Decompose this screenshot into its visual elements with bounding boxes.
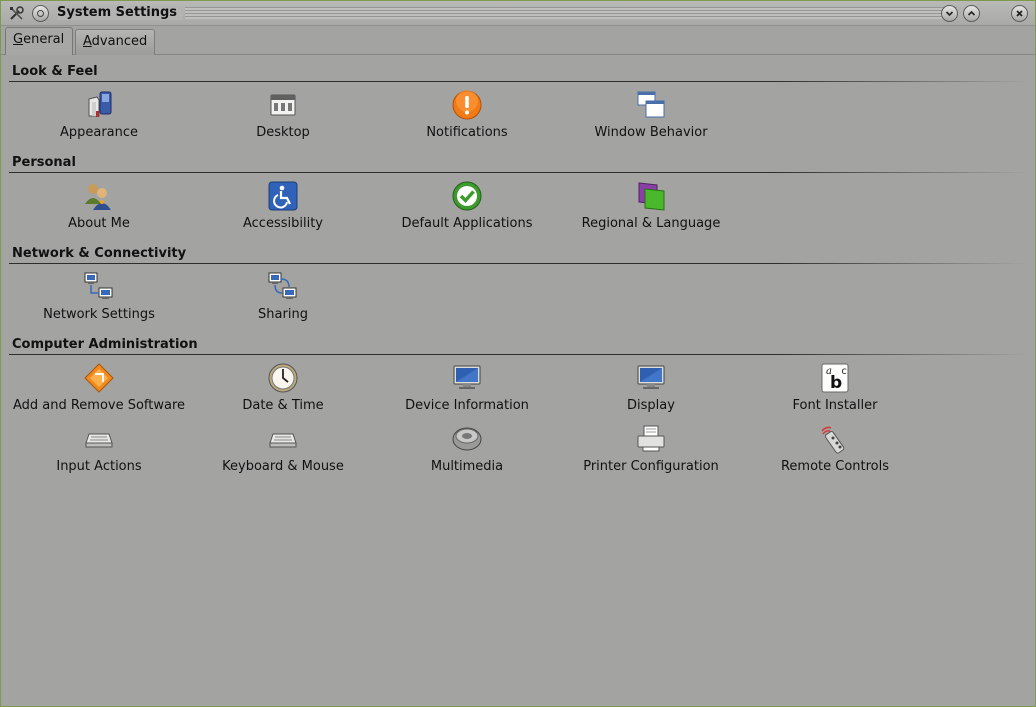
settings-tools-icon[interactable] xyxy=(8,5,25,22)
item-remote-controls[interactable]: Remote Controls xyxy=(743,423,927,479)
item-default-applications[interactable]: Default Applications xyxy=(375,180,559,236)
checkmark-icon xyxy=(452,181,482,211)
window-title: System Settings xyxy=(57,5,184,20)
section-title-personal: Personal xyxy=(12,155,76,170)
chevron-down-icon xyxy=(945,11,954,17)
section-divider xyxy=(9,354,1027,355)
item-label: Multimedia xyxy=(430,459,504,474)
tab-general[interactable]: General xyxy=(5,27,73,55)
sharing-icon xyxy=(268,272,297,299)
keyboard-icon xyxy=(85,433,113,448)
section-divider xyxy=(9,263,1027,264)
close-icon xyxy=(1016,10,1023,17)
monitor-icon xyxy=(453,365,481,389)
item-keyboard-mouse[interactable]: Keyboard & Mouse xyxy=(191,423,375,479)
item-label: Notifications xyxy=(426,125,508,140)
package-icon xyxy=(84,363,114,393)
item-label: Date & Time xyxy=(242,398,324,413)
chevron-up-icon xyxy=(967,10,976,16)
item-label: Regional & Language xyxy=(581,216,721,231)
item-label: Keyboard & Mouse xyxy=(222,459,344,474)
item-label: Input Actions xyxy=(56,459,142,474)
item-desktop[interactable]: Desktop xyxy=(191,89,375,145)
warning-icon xyxy=(452,90,482,120)
item-font-installer[interactable]: a b c Font Installer xyxy=(743,362,927,418)
item-label: Printer Configuration xyxy=(583,459,719,474)
network-icon xyxy=(84,272,113,299)
item-label: About Me xyxy=(68,216,130,231)
item-label: Remote Controls xyxy=(780,459,890,474)
section-divider xyxy=(9,81,1027,82)
item-label: Window Behavior xyxy=(594,125,708,140)
item-regional-language[interactable]: Regional & Language xyxy=(559,180,743,236)
window-menu-button[interactable] xyxy=(32,5,49,22)
section-title-look-feel: Look & Feel xyxy=(12,64,98,79)
item-date-time[interactable]: Date & Time xyxy=(191,362,375,418)
item-printer-configuration[interactable]: Printer Configuration xyxy=(559,423,743,479)
item-network-settings[interactable]: Network Settings xyxy=(7,271,191,327)
tab-advanced-accel: A xyxy=(83,34,92,49)
item-accessibility[interactable]: Accessibility xyxy=(191,180,375,236)
title-bar[interactable]: System Settings xyxy=(1,1,1035,26)
item-window-behavior[interactable]: Window Behavior xyxy=(559,89,743,145)
display-icon xyxy=(637,365,665,389)
user-icon xyxy=(85,184,111,210)
close-button[interactable] xyxy=(1011,5,1028,22)
item-add-remove-software[interactable]: Add and Remove Software xyxy=(7,362,191,418)
settings-content: Look & Feel Appearance Desktop Notificat… xyxy=(1,56,1035,706)
font-icon: a b c xyxy=(821,363,849,393)
desktop-icon xyxy=(270,94,296,116)
tab-bar: General Advanced xyxy=(1,27,1035,55)
item-label: Network Settings xyxy=(43,307,155,322)
item-appearance[interactable]: Appearance xyxy=(7,89,191,145)
item-label: Display xyxy=(627,398,675,413)
tab-advanced[interactable]: Advanced xyxy=(75,29,155,55)
section-title-admin: Computer Administration xyxy=(12,337,198,352)
flags-icon xyxy=(638,182,665,211)
item-about-me[interactable]: About Me xyxy=(7,180,191,236)
windows-icon xyxy=(637,91,665,118)
section-divider xyxy=(9,172,1027,173)
minimize-button[interactable] xyxy=(941,5,958,22)
item-sharing[interactable]: Sharing xyxy=(191,271,375,327)
item-label: Desktop xyxy=(256,125,310,140)
printer-icon xyxy=(637,425,665,452)
item-label: Default Applications xyxy=(401,216,533,231)
section-title-network: Network & Connectivity xyxy=(12,246,187,261)
system-settings-window: System Settings General Advanced Look & … xyxy=(0,0,1036,707)
maximize-button[interactable] xyxy=(963,5,980,22)
item-notifications[interactable]: Notifications xyxy=(375,89,559,145)
keyboard-mouse-icon xyxy=(269,433,297,448)
item-label: Font Installer xyxy=(792,398,878,413)
tab-general-label: eneral xyxy=(23,32,65,47)
item-device-information[interactable]: Device Information xyxy=(375,362,559,418)
item-multimedia[interactable]: Multimedia xyxy=(375,423,559,479)
speaker-icon xyxy=(452,427,482,451)
circle-icon xyxy=(37,10,44,17)
item-label: Appearance xyxy=(59,125,139,140)
remote-control-icon xyxy=(821,426,845,454)
appearance-icon xyxy=(88,91,112,117)
item-display[interactable]: Display xyxy=(559,362,743,418)
tab-general-accel: G xyxy=(13,32,24,47)
item-label: Accessibility xyxy=(243,216,323,231)
tab-advanced-label: dvanced xyxy=(91,34,148,49)
accessibility-icon xyxy=(268,181,298,211)
item-label: Add and Remove Software xyxy=(12,398,186,413)
clock-icon xyxy=(268,363,298,393)
item-input-actions[interactable]: Input Actions xyxy=(7,423,191,479)
item-label: Device Information xyxy=(405,398,529,413)
title-bar-grip xyxy=(185,7,957,19)
item-label: Sharing xyxy=(258,307,308,322)
font-icon-glyph-c: c xyxy=(841,366,847,377)
